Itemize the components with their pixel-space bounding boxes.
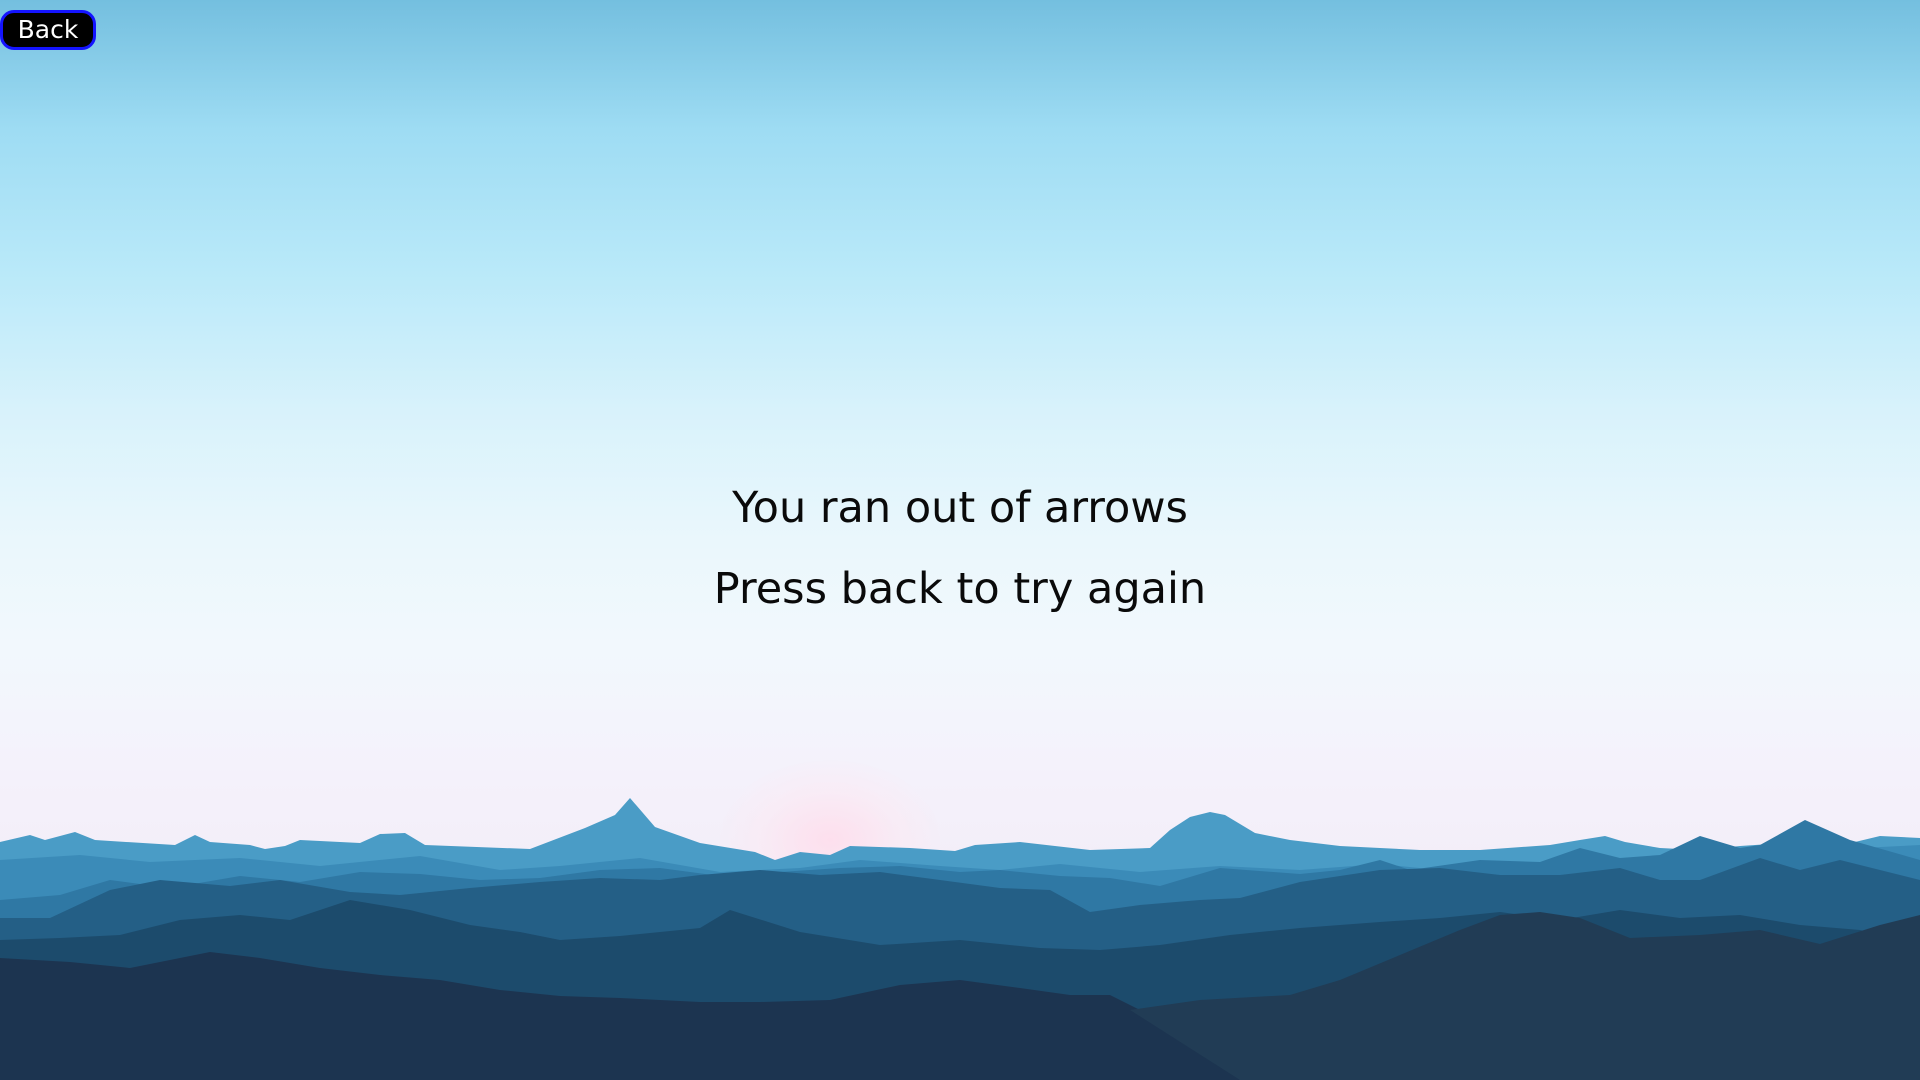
- mountains-background: [0, 798, 1920, 1080]
- retry-instruction: Press back to try again: [713, 564, 1207, 614]
- game-screen: Back You ran out of arrows Press back to…: [0, 0, 1920, 1080]
- game-over-message: You ran out of arrows: [732, 483, 1188, 533]
- back-button[interactable]: Back: [0, 10, 96, 50]
